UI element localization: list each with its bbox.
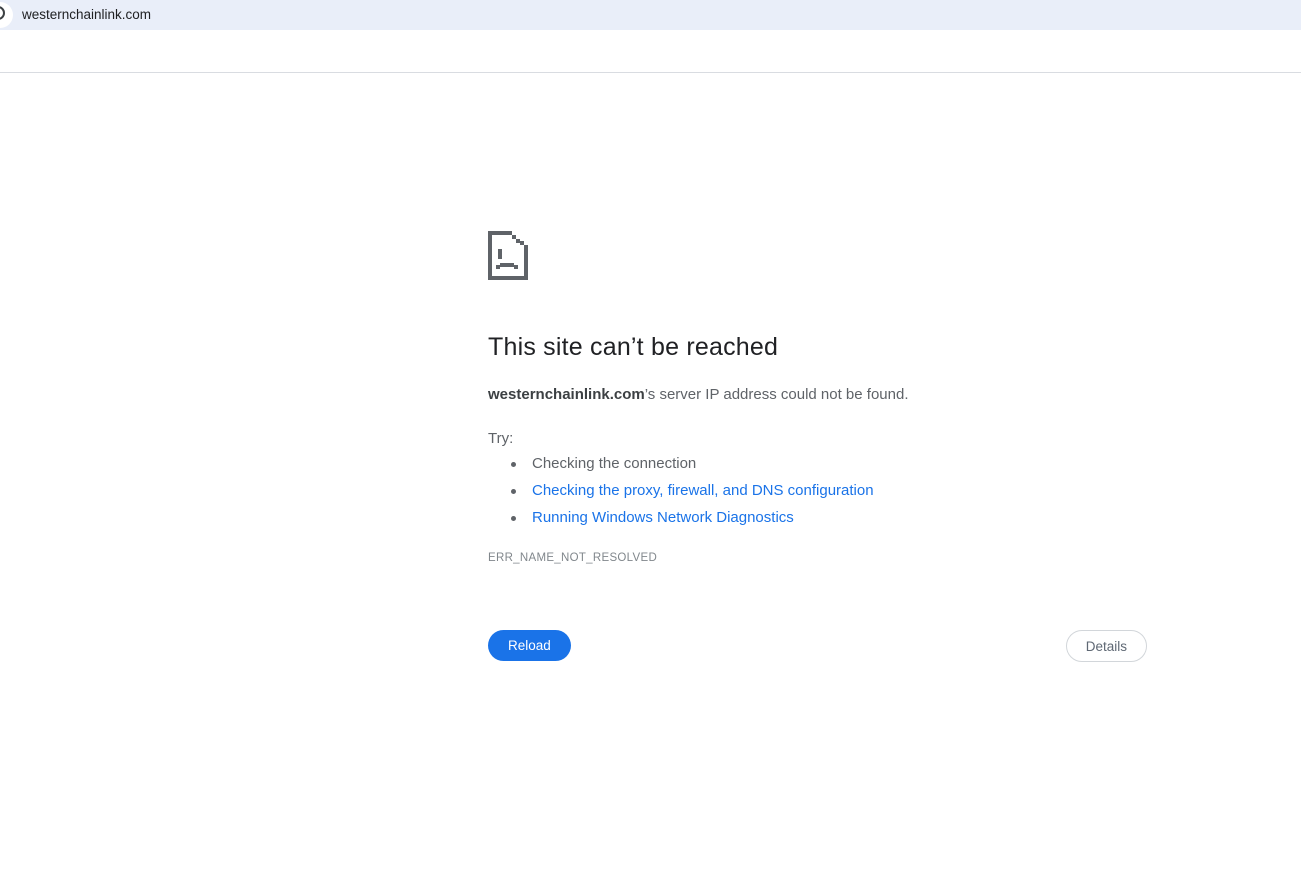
error-code: ERR_NAME_NOT_RESOLVED [488, 552, 658, 564]
browser-window: westernchainlink.com This site can’t be … [0, 0, 1301, 877]
error-message-suffix: ’s server IP address could not be found. [644, 386, 909, 403]
network-diagnostics-link[interactable]: Running Windows Network Diagnostics [532, 509, 794, 526]
error-page: This site can’t be reached westernchainl… [0, 0, 1301, 877]
error-heading: This site can’t be reached [488, 333, 779, 361]
error-message: westernchainlink.com’s server IP address… [488, 386, 909, 403]
sad-file-icon [488, 231, 528, 280]
try-label: Try: [488, 430, 514, 447]
bullet-icon [511, 462, 516, 467]
proxy-firewall-dns-link[interactable]: Checking the proxy, firewall, and DNS co… [532, 482, 874, 499]
error-domain: westernchainlink.com [488, 386, 645, 403]
details-button[interactable]: Details [1065, 630, 1147, 662]
reload-button[interactable]: Reload [488, 630, 571, 661]
bullet-icon [511, 516, 516, 521]
suggestion-text: Checking the connection [532, 455, 697, 472]
bullet-icon [511, 489, 516, 494]
